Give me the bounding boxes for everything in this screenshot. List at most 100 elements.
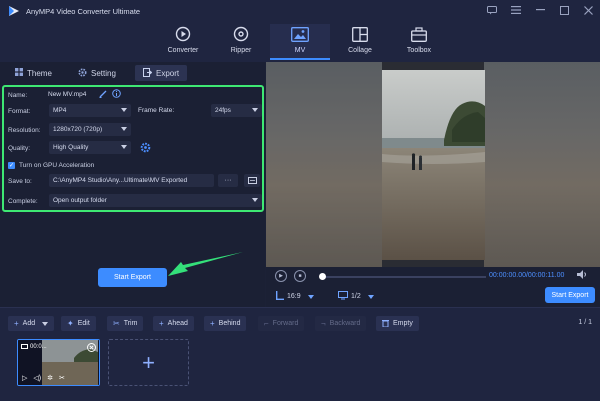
top-nav: Converter Ripper MV Collage Toolbox <box>0 22 600 62</box>
tab-setting[interactable]: Setting <box>78 65 116 81</box>
nav-mv[interactable]: MV <box>270 24 330 60</box>
behind-label: Behind <box>218 320 241 327</box>
browse-button[interactable]: ··· <box>218 174 238 187</box>
frame-rate-label: Frame Rate: <box>138 107 175 114</box>
behind-button[interactable]: + Behind <box>204 316 247 331</box>
save-to-row: Save to: <box>8 174 32 188</box>
resolution-value: 1280x720 (720p) <box>53 126 103 133</box>
remove-clip-icon[interactable] <box>87 343 96 354</box>
name-value[interactable]: New MV.mp4 <box>48 91 86 98</box>
nav-mv-label: MV <box>294 47 306 54</box>
trim-button[interactable]: ✂ Trim <box>107 316 144 331</box>
format-label: Format: <box>8 107 31 115</box>
tab-export[interactable]: Export <box>135 65 188 81</box>
ahead-button[interactable]: + Ahead <box>153 316 194 331</box>
quality-select[interactable]: High Quality <box>49 141 131 154</box>
info-icon[interactable] <box>112 89 121 100</box>
trash-icon <box>382 319 389 329</box>
stop-button[interactable]: ■ <box>294 270 306 282</box>
nav-toolbox[interactable]: Toolbox <box>389 24 449 60</box>
progress-knob[interactable] <box>319 273 326 280</box>
forward-button[interactable]: ⌐ Forward <box>258 316 305 331</box>
backward-icon: ¬ <box>321 319 326 328</box>
preview-blur-left <box>266 62 382 267</box>
edit-button[interactable]: ✦ Edit <box>61 316 96 331</box>
add-button[interactable]: + Add <box>8 316 55 331</box>
effects-icon[interactable]: ✲ <box>47 374 53 382</box>
app-logo-icon <box>7 4 21 18</box>
complete-value: Open output folder <box>53 197 107 204</box>
nav-converter-label: Converter <box>167 47 199 54</box>
page-indicator: 1 / 1 <box>578 319 592 326</box>
format-row: Format: <box>8 104 30 118</box>
quality-settings-gear-icon[interactable] <box>140 142 151 155</box>
scissors-icon[interactable]: ✂ <box>59 374 65 382</box>
open-folder-button[interactable] <box>244 174 260 187</box>
frame-rate-select[interactable]: 24fps <box>211 104 262 117</box>
save-to-path[interactable]: C:\AnyMP4 Studio\Any...Ultimate\MV Expor… <box>49 174 214 187</box>
video-preview <box>266 62 600 267</box>
play-button[interactable]: ▶ <box>275 270 287 282</box>
tab-export-label: Export <box>156 68 180 78</box>
edit-pencil-icon[interactable] <box>99 90 107 100</box>
scissors-icon: ✂ <box>113 319 120 328</box>
tab-theme[interactable]: Theme <box>15 65 52 81</box>
mv-icon <box>291 24 309 44</box>
export-icon <box>143 67 153 79</box>
screen-page-select[interactable]: 1/2 <box>338 291 374 302</box>
chevron-down-icon <box>252 108 258 112</box>
feedback-icon[interactable] <box>486 4 498 16</box>
screen-page-value: 1/2 <box>351 293 361 300</box>
aspect-ratio-select[interactable]: 16:9 <box>276 291 314 302</box>
nav-collage[interactable]: Collage <box>330 24 390 60</box>
forward-icon: ⌐ <box>264 319 269 328</box>
maximize-icon[interactable] <box>558 4 570 16</box>
chevron-down-icon <box>252 198 258 202</box>
plus-icon: + <box>159 319 164 328</box>
ripper-icon <box>233 24 249 44</box>
quality-label: Quality: <box>8 144 31 152</box>
film-icon <box>21 344 28 349</box>
gpu-checkbox[interactable]: ✓ <box>8 161 15 169</box>
plus-icon: + <box>14 319 19 328</box>
resolution-label: Resolution: <box>8 126 41 134</box>
preview-frame <box>382 70 485 260</box>
gpu-row[interactable]: ✓ Turn on GPU Acceleration <box>8 158 94 172</box>
volume-icon[interactable]: ◁) <box>33 374 41 382</box>
nav-ripper-label: Ripper <box>230 47 252 54</box>
quality-row: Quality: <box>8 141 30 155</box>
clip-thumbnail[interactable]: 00:0... ▷ ◁) ✲ ✂ <box>17 339 100 386</box>
start-export-button[interactable]: Start Export <box>98 268 167 287</box>
play-icon[interactable]: ▷ <box>22 374 27 382</box>
format-select[interactable]: MP4 <box>49 104 131 117</box>
player-controls: ▶ ■ 00:00:00.00/00:00:11.00 16:9 1/2 Sta… <box>266 267 600 307</box>
green-arrow-annotation <box>168 252 243 276</box>
name-label: Name: <box>8 91 28 99</box>
volume-icon[interactable] <box>577 270 588 281</box>
tab-theme-label: Theme <box>27 68 52 78</box>
forward-label: Forward <box>272 320 299 327</box>
empty-label: Empty <box>393 320 413 327</box>
nav-converter[interactable]: Converter <box>153 24 213 60</box>
app-window: AnyMP4 Video Converter Ultimate Converte… <box>0 0 600 401</box>
close-icon[interactable] <box>582 4 594 16</box>
name-row: Name: <box>8 88 27 102</box>
add-clip-button[interactable]: + <box>108 339 189 386</box>
title-bar: AnyMP4 Video Converter Ultimate <box>0 0 600 22</box>
bottom-toolbar: + Add ✦ Edit ✂ Trim + Ahead + Behind ⌐ F… <box>0 307 600 401</box>
complete-select[interactable]: Open output folder <box>49 194 262 207</box>
nav-ripper[interactable]: Ripper <box>211 24 271 60</box>
menu-icon[interactable] <box>510 4 522 16</box>
resolution-select[interactable]: 1280x720 (720p) <box>49 123 131 136</box>
chevron-down-icon <box>42 321 49 326</box>
chevron-down-icon <box>121 127 127 131</box>
minimize-icon[interactable] <box>534 4 546 16</box>
progress-track[interactable] <box>321 276 486 278</box>
clip-duration: 00:0... <box>21 344 47 350</box>
format-value: MP4 <box>53 107 67 114</box>
backward-button[interactable]: ¬ Backward <box>315 316 367 331</box>
converter-icon <box>175 24 191 44</box>
empty-button[interactable]: Empty <box>376 316 419 331</box>
player-start-export-button[interactable]: Start Export <box>545 287 595 303</box>
folder-icon <box>247 176 257 186</box>
